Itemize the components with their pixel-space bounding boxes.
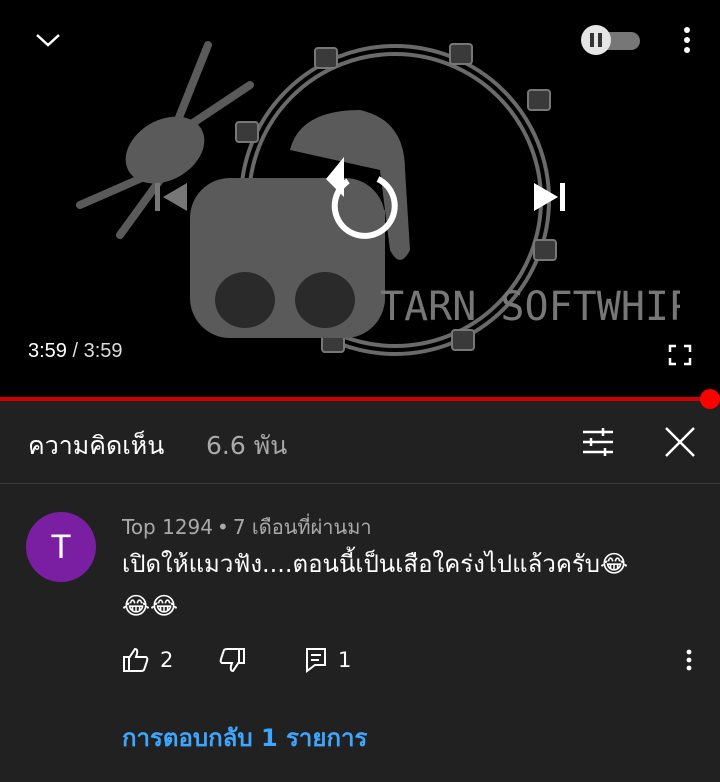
video-player[interactable]: TARN SOFTWHIP 3:59 / 3:59 xyxy=(0,0,720,398)
reply-button[interactable]: 1 xyxy=(304,640,351,680)
fullscreen-button[interactable] xyxy=(660,336,700,374)
comment-actions: 2 1 xyxy=(122,640,702,680)
dislike-button[interactable] xyxy=(218,640,246,680)
replay-icon xyxy=(326,157,398,239)
player-more-button[interactable] xyxy=(670,22,704,58)
fullscreen-icon xyxy=(668,344,692,366)
comment-author[interactable]: Top 1294 xyxy=(122,515,213,539)
close-comments-button[interactable] xyxy=(652,418,708,466)
thumb-down-icon xyxy=(219,648,245,673)
minimize-button[interactable] xyxy=(24,22,72,58)
meta-separator: • xyxy=(217,515,229,539)
more-vert-icon xyxy=(684,27,690,53)
more-vert-icon xyxy=(686,649,692,671)
thumb-up-icon xyxy=(123,647,149,672)
current-time: 3:59 xyxy=(28,340,67,362)
like-count: 2 xyxy=(160,648,174,672)
sort-filter-button[interactable] xyxy=(572,420,624,464)
comment-icon xyxy=(306,648,326,673)
filter-icon xyxy=(583,428,613,456)
comment-emoji-line: 😂😂 xyxy=(122,592,179,620)
previous-button[interactable] xyxy=(146,172,196,222)
previous-icon xyxy=(155,183,187,211)
next-button[interactable] xyxy=(520,172,580,222)
skip-next-icon xyxy=(534,183,565,211)
comments-count: 6.6 พัน xyxy=(206,431,288,460)
comment-time: 7 เดือนที่ผ่านมา xyxy=(232,515,372,539)
duration: 3:59 xyxy=(83,340,123,362)
like-button[interactable]: 2 xyxy=(122,640,173,680)
reply-count: 1 xyxy=(338,648,352,672)
close-icon xyxy=(665,427,695,457)
avatar[interactable]: T xyxy=(26,512,96,582)
avatar-letter: T xyxy=(50,527,72,566)
chevron-down-icon xyxy=(36,34,60,47)
time-separator: / xyxy=(66,340,84,362)
comment-more-button[interactable] xyxy=(674,640,704,680)
view-replies-link[interactable]: การตอบกลับ 1 รายการ xyxy=(122,718,367,757)
comment-emoji-inline: 😂 xyxy=(600,550,629,578)
comment-text: เปิดให้แมวฟัง....ตอนนี้เป็นเสือใคร่งไปแล… xyxy=(122,543,682,627)
comment-body: เปิดให้แมวฟัง....ตอนนี้เป็นเสือใคร่งไปแล… xyxy=(122,550,600,578)
svg-text:TARN SOFTWHIP: TARN SOFTWHIP xyxy=(380,284,680,330)
time-display: 3:59 / 3:59 xyxy=(28,340,123,363)
replay-button[interactable] xyxy=(318,150,404,246)
comments-header: ความคิดเห็น 6.6 พัน xyxy=(0,402,720,484)
progress-bar[interactable] xyxy=(0,397,720,401)
comments-title: ความคิดเห็น xyxy=(28,431,165,460)
autoplay-toggle[interactable] xyxy=(578,24,642,56)
comment-meta: Top 1294 • 7 เดือนที่ผ่านมา xyxy=(122,511,372,543)
